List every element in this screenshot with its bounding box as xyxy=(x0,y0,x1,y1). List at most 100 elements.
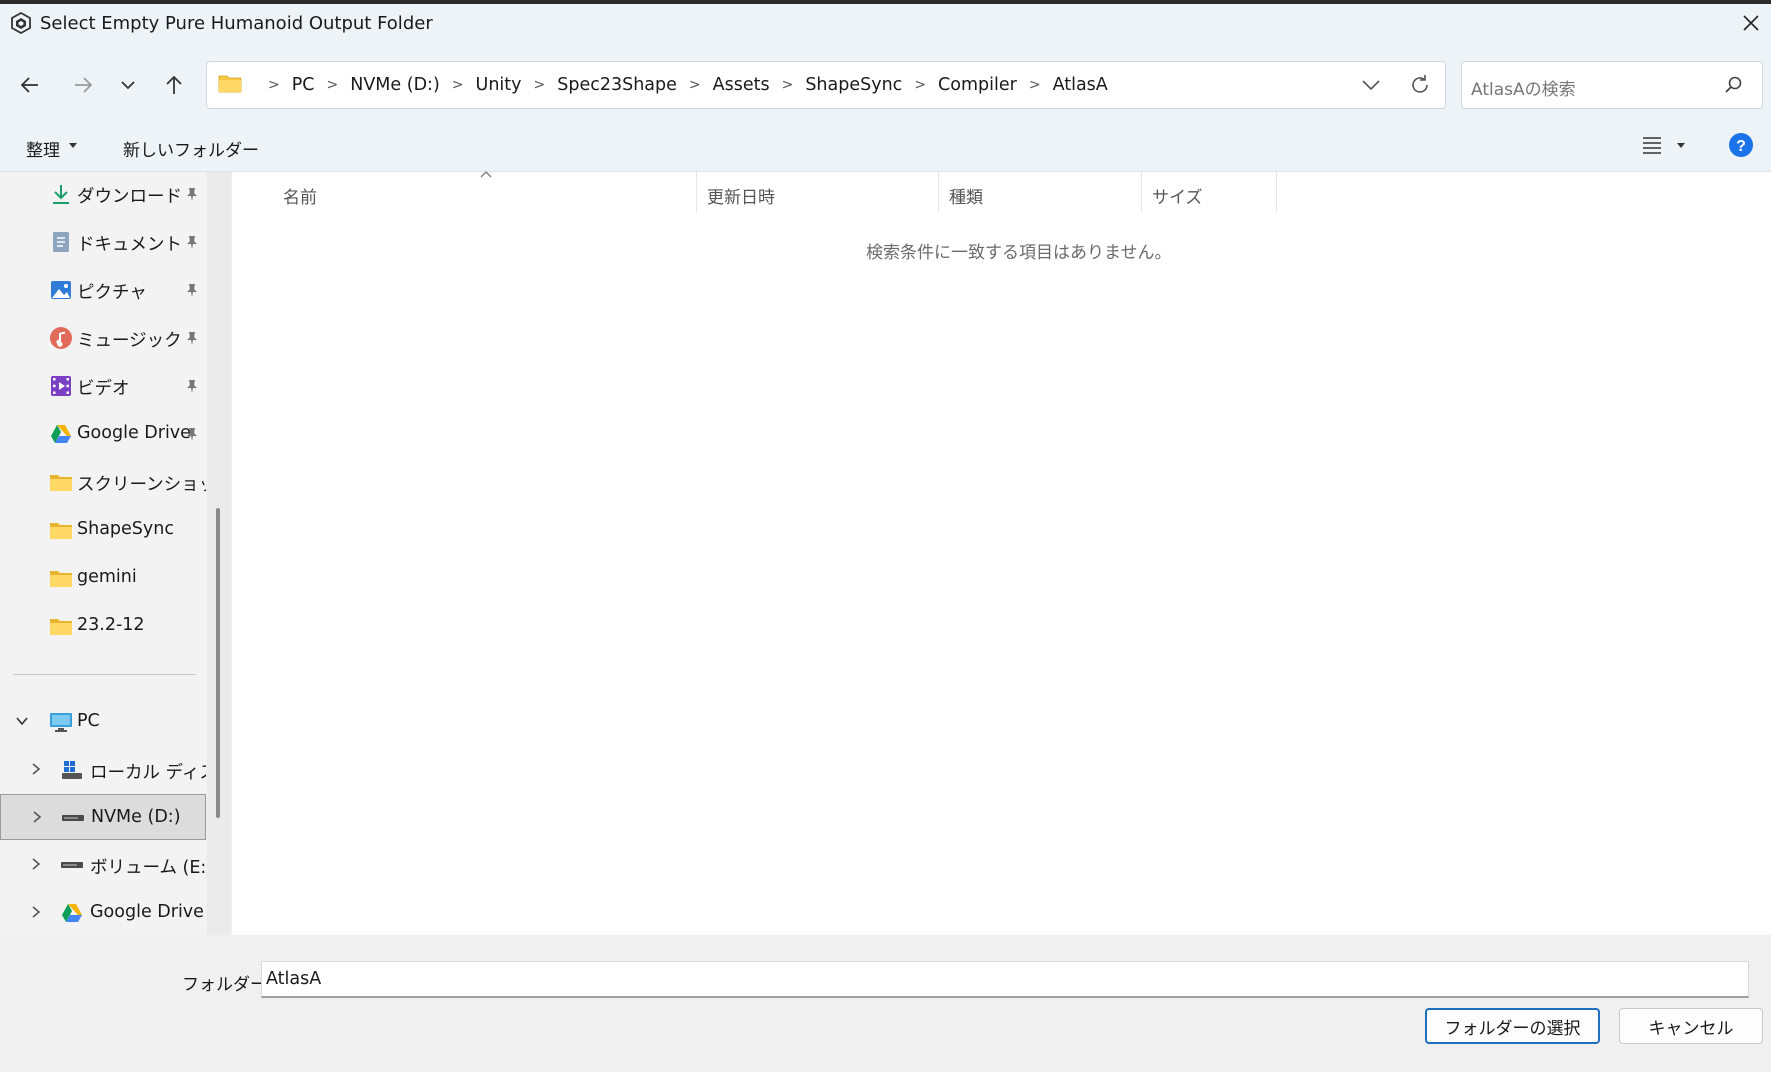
pin-icon xyxy=(187,428,197,441)
dialog-footer xyxy=(0,935,1771,1072)
sidebar-item-label: ドキュメント xyxy=(77,235,182,255)
breadcrumb-separator-icon[interactable]: > xyxy=(1029,77,1041,93)
tree-item-label: ローカル ディスク xyxy=(90,763,206,783)
sidebar-item-gemini[interactable]: gemini xyxy=(0,556,206,600)
sidebar-item-label: 23.2-12 xyxy=(77,615,145,635)
new-folder-button[interactable]: 新しいフォルダー xyxy=(123,136,259,161)
breadcrumb-pc[interactable]: PC xyxy=(292,75,315,95)
svg-text:?: ? xyxy=(1736,138,1746,155)
breadcrumb-spec23shape[interactable]: Spec23Shape xyxy=(557,75,677,95)
sidebar-item-pictures[interactable]: ピクチャ xyxy=(0,268,206,312)
up-icon[interactable] xyxy=(159,70,189,100)
pin-icon xyxy=(187,380,197,393)
tree-item-volume-e[interactable]: ボリューム (E:) xyxy=(0,842,206,888)
organize-button[interactable]: 整理 xyxy=(26,136,60,161)
download-icon xyxy=(53,185,69,204)
column-divider[interactable] xyxy=(696,172,697,212)
tree-item-local-disk[interactable]: ローカル ディスク xyxy=(0,747,206,793)
chevron-right-icon[interactable] xyxy=(28,904,44,920)
breadcrumb-separator-icon[interactable]: > xyxy=(782,77,794,93)
select-folder-button[interactable]: フォルダーの選択 xyxy=(1425,1008,1600,1044)
sidebar-item-label: ShapeSync xyxy=(77,519,174,539)
sidebar-item-screenshots[interactable]: スクリーンショット xyxy=(0,460,206,504)
view-details-icon[interactable] xyxy=(1640,134,1664,156)
breadcrumb-nvme[interactable]: NVMe (D:) xyxy=(350,75,440,95)
tree-item-label: ボリューム (E:) xyxy=(90,858,206,878)
forward-icon[interactable] xyxy=(68,70,98,100)
sidebar-item-documents[interactable]: ドキュメント xyxy=(0,220,206,264)
command-bar xyxy=(0,122,1771,172)
sidebar-item-downloads[interactable]: ダウンロード xyxy=(0,172,206,216)
caret-down-icon[interactable] xyxy=(68,142,78,150)
breadcrumb-assets[interactable]: Assets xyxy=(713,75,770,95)
search-input[interactable]: AtlasAの検索 xyxy=(1471,75,1576,100)
folder-name-input[interactable] xyxy=(261,961,1749,998)
column-header-size[interactable]: サイズ xyxy=(1152,183,1203,208)
breadcrumb-separator-icon[interactable]: > xyxy=(534,77,546,93)
sidebar-item-label: ピクチャ xyxy=(77,283,147,303)
breadcrumb-atlasa[interactable]: AtlasA xyxy=(1053,75,1108,95)
chevron-right-icon[interactable] xyxy=(28,761,44,777)
pin-icon xyxy=(187,332,197,345)
chevron-right-icon[interactable] xyxy=(28,856,44,872)
close-icon[interactable] xyxy=(1736,8,1766,38)
tree-item-google-drive[interactable]: Google Drive ( xyxy=(0,890,206,935)
breadcrumb-separator-icon[interactable]: > xyxy=(689,77,701,93)
breadcrumb-separator-icon[interactable]: > xyxy=(452,77,464,93)
google-drive-icon xyxy=(51,425,71,443)
breadcrumb-shapesync[interactable]: ShapeSync xyxy=(805,75,902,95)
sidebar-item-label: Google Drive xyxy=(77,423,191,443)
pin-icon xyxy=(187,284,197,297)
navigation-pane-content: ダウンロード ドキュメント ピクチャ ミュージック ビデオ Google Dri… xyxy=(0,172,206,935)
sidebar-item-shapesync[interactable]: ShapeSync xyxy=(0,508,206,552)
address-history-chevron-down-icon[interactable] xyxy=(1356,70,1386,100)
column-header-date-modified[interactable]: 更新日時 xyxy=(707,183,775,208)
breadcrumb-separator-icon[interactable]: > xyxy=(327,77,339,93)
column-divider[interactable] xyxy=(1141,172,1142,212)
tree-item-pc[interactable]: PC xyxy=(0,699,206,745)
cancel-button[interactable]: キャンセル xyxy=(1619,1008,1763,1044)
pin-icon xyxy=(187,236,197,249)
window-title: Select Empty Pure Humanoid Output Folder xyxy=(40,13,433,34)
tree-item-label: Google Drive ( xyxy=(90,902,206,922)
back-icon[interactable] xyxy=(15,70,45,100)
chevron-down-icon[interactable] xyxy=(14,713,30,729)
tree-item-nvme-d[interactable]: NVMe (D:) xyxy=(0,794,206,840)
breadcrumb-separator-icon[interactable]: > xyxy=(914,77,926,93)
tree-item-label: PC xyxy=(77,711,100,731)
column-header-name[interactable]: 名前 xyxy=(283,183,317,208)
drive-icon xyxy=(61,862,83,868)
sidebar-item-music[interactable]: ミュージック xyxy=(0,316,206,360)
local-disk-icon xyxy=(62,761,82,779)
sidebar-item-label: ダウンロード xyxy=(77,187,182,207)
search-icon[interactable] xyxy=(1722,74,1744,96)
caret-down-icon[interactable] xyxy=(1676,142,1686,150)
pin-icon xyxy=(187,188,197,201)
tree-item-label: NVMe (D:) xyxy=(91,807,181,827)
google-drive-icon xyxy=(62,904,82,922)
chevron-right-icon[interactable] xyxy=(29,809,45,825)
folder-icon xyxy=(50,475,72,491)
recent-locations-chevron-down-icon[interactable] xyxy=(113,70,143,100)
refresh-icon[interactable] xyxy=(1405,70,1435,100)
folder-icon xyxy=(50,619,72,635)
breadcrumb-separator-icon: > xyxy=(268,77,280,93)
column-divider[interactable] xyxy=(938,172,939,212)
breadcrumb-compiler[interactable]: Compiler xyxy=(938,75,1017,95)
sidebar-item-label: スクリーンショット xyxy=(77,475,206,495)
pc-icon xyxy=(50,713,72,732)
sort-ascending-icon xyxy=(480,171,492,178)
help-icon[interactable]: ? xyxy=(1728,132,1754,158)
sidebar-item-label: ミュージック xyxy=(77,331,182,351)
folder-icon xyxy=(50,523,72,539)
sidebar-item-label: ビデオ xyxy=(77,379,130,399)
sidebar-item-23-2-12[interactable]: 23.2-12 xyxy=(0,604,206,648)
column-divider[interactable] xyxy=(1276,172,1277,212)
videos-icon xyxy=(51,376,71,396)
sidebar-item-google-drive[interactable]: Google Drive xyxy=(0,412,206,456)
sidebar-item-videos[interactable]: ビデオ xyxy=(0,364,206,408)
sidebar-scrollbar-thumb[interactable] xyxy=(216,508,220,818)
breadcrumb: > PC > NVMe (D:) > Unity > Spec23Shape >… xyxy=(256,61,1108,109)
column-header-type[interactable]: 種類 xyxy=(949,183,983,208)
breadcrumb-unity[interactable]: Unity xyxy=(476,75,522,95)
